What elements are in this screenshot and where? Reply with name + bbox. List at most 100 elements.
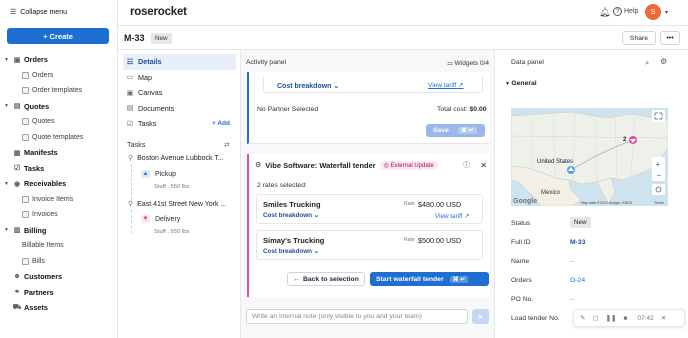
sidebar-item-label: Quote templates <box>32 133 84 141</box>
details-icon: ☷ <box>126 58 134 66</box>
sidebar-item-order-templates[interactable]: Order templates <box>0 83 118 99</box>
carrier-name: Smiles Trucking <box>263 200 321 209</box>
sidebar-item-quotes[interactable]: Quotes <box>0 114 118 130</box>
gear-icon[interactable]: ⚙ <box>660 57 667 66</box>
sidebar-item-label: Order templates <box>32 87 83 95</box>
help-label: Help <box>624 8 639 15</box>
rate-card-smiles[interactable]: Smiles Trucking Cost breakdown ⌄ Rate $4… <box>256 194 483 224</box>
cost-breakdown-toggle[interactable]: Cost breakdown ⌄ <box>263 248 319 255</box>
sidebar-item-label: Invoice Items <box>32 195 74 203</box>
map-label-us: United States <box>537 159 573 165</box>
arrow-down-icon: ▼ <box>141 215 150 223</box>
cost-breakdown-toggle[interactable]: Cost breakdown ⌄ <box>277 82 339 90</box>
stop-summary: Stuff , 550 lbs <box>154 229 190 235</box>
sidebar-group-orders[interactable]: ▼ ▣ Orders <box>0 52 118 68</box>
sidebar-group-label: Assets <box>24 303 48 313</box>
sidebar-item-billable-items[interactable]: Billable Items <box>0 238 118 254</box>
sidebar-item-invoice-items[interactable]: Invoice Items <box>0 192 118 208</box>
bell-icon[interactable]: 🔔︎ <box>599 7 610 18</box>
data-panel-title: Data panel <box>511 59 544 66</box>
close-icon[interactable]: ✕ <box>661 314 666 322</box>
external-update-badge: ◎ External Update <box>379 160 438 170</box>
stop-pickup[interactable]: ⚲ Boston Avenue Lubbock T... <box>128 154 241 163</box>
more-options-button[interactable]: ••• <box>660 31 680 45</box>
add-task-button[interactable]: + Add <box>212 120 236 127</box>
cost-breakdown-toggle[interactable]: Cost breakdown ⌄ <box>263 212 319 219</box>
stop-action-pickup[interactable]: ▲ Pickup <box>141 170 176 178</box>
close-icon[interactable]: ✕ <box>480 161 487 170</box>
sidebar-item-orders[interactable]: Orders <box>0 68 118 84</box>
sidebar-group-quotes[interactable]: ▼ ▤ Quotes <box>0 99 118 115</box>
back-to-selection-button[interactable]: ← Back to selection <box>287 272 365 286</box>
google-logo: Google <box>513 198 537 205</box>
sidebar-group-receivables[interactable]: ▼ ◉ Receivables <box>0 176 118 192</box>
sidebar-group-tasks[interactable]: ☑ Tasks <box>0 161 118 177</box>
zoom-out-icon[interactable]: − <box>657 171 662 180</box>
sidebar-group-assets[interactable]: ⛟ Assets <box>0 300 118 316</box>
pause-icon[interactable]: ❚❚ <box>606 314 617 322</box>
info-icon[interactable]: ⓘ <box>463 160 470 170</box>
orders-icon: ▣ <box>13 56 21 64</box>
zoom-in-icon[interactable]: + <box>656 160 661 169</box>
pen-icon[interactable]: ✎ <box>580 314 585 322</box>
logo[interactable]: roserocket <box>130 6 187 18</box>
sidebar-item-invoices[interactable]: Invoices <box>0 207 118 223</box>
receivables-icon: ◉ <box>13 180 21 188</box>
nav-map[interactable]: ▭ Map <box>123 70 236 86</box>
fullscreen-button[interactable] <box>652 110 665 122</box>
sidebar-group-customers[interactable]: ☻ Customers <box>0 269 118 285</box>
invoice-icon <box>22 211 29 219</box>
widgets-toggle[interactable]: ⚏ Widgets 0/4 <box>447 59 489 67</box>
update-icon: ◎ <box>383 162 391 169</box>
detail-nav-panel: ☷ Details ▭ Map ▣ Canvas ▤ Documents ☑ Tasks +… <box>118 50 241 338</box>
map-terms[interactable]: Terms <box>654 201 664 205</box>
swap-icon[interactable]: ⇄ <box>224 140 230 149</box>
share-button[interactable]: Share <box>622 31 656 45</box>
nav-label: Documents <box>138 103 175 113</box>
rate-label: Rate <box>404 201 415 207</box>
send-icon[interactable]: ➤ <box>472 309 489 324</box>
sidebar-group-label: Receivables <box>24 179 67 189</box>
section-general[interactable]: ▼ General <box>505 80 537 87</box>
map-label-mx: Mexico <box>541 190 561 196</box>
app-root: ☰ Collapse menu + Create ▼ ▣ Orders Orders… <box>0 0 688 338</box>
internal-note-input[interactable]: Write an internal note (only visible to … <box>246 309 468 324</box>
location-pin-icon: ⚲ <box>128 201 134 208</box>
nav-documents[interactable]: ▤ Documents <box>123 101 236 117</box>
orders-icon <box>22 71 29 79</box>
sidebar-item-bills[interactable]: Bills <box>0 254 118 270</box>
map-attribution: Map data ©2024 Google, INEGI <box>581 201 632 205</box>
stop-delivery[interactable]: ⚲ East 41st Street New York ... <box>128 200 241 209</box>
activity-panel: Activity panel ⚏ Widgets 0/4 Cost breakd… <box>241 50 495 338</box>
view-tariff-link[interactable]: View tariff ↗ <box>435 213 469 220</box>
stop-summary: Stuff , 550 lbs <box>154 184 190 190</box>
view-tariff-link[interactable]: View tariff ↗ <box>428 81 464 89</box>
sidebar-group-billing[interactable]: ▼ ▥ Billing <box>0 223 118 239</box>
nav-details[interactable]: ☷ Details <box>123 54 236 70</box>
sidebar-group-partners[interactable]: ⚭ Partners <box>0 285 118 301</box>
canvas-icon: ▣ <box>126 89 134 97</box>
sidebar-group-manifests[interactable]: ▦ Manifests <box>0 145 118 161</box>
collapse-menu[interactable]: ☰ Collapse menu <box>10 8 67 17</box>
stop-action-delivery[interactable]: ▼ Delivery <box>141 215 180 223</box>
save-button[interactable]: Save ⌘ ↵ <box>426 124 485 137</box>
avatar[interactable]: S <box>645 4 661 20</box>
caret-down-icon: ▼ <box>4 103 9 110</box>
search-icon[interactable]: ⌕ <box>645 58 649 68</box>
start-waterfall-tender-button[interactable]: Start waterfall tender ⌘ ↵ <box>370 272 489 286</box>
sidebar-item-quote-templates[interactable]: Quote templates <box>0 130 118 146</box>
nav-canvas[interactable]: ▣ Canvas <box>123 85 236 101</box>
route-map[interactable]: United States Mexico 2 Google Map data ©… <box>511 108 668 206</box>
locate-button[interactable] <box>652 184 665 195</box>
manifest-icon: ▦ <box>13 149 21 157</box>
quotes-icon: ▤ <box>13 103 21 111</box>
nav-tasks[interactable]: ☑ Tasks + Add <box>123 116 236 132</box>
crop-icon[interactable]: ▢ <box>592 314 598 322</box>
help-button[interactable]: ? Help <box>613 7 638 16</box>
sidebar-item-label: Bills <box>32 257 45 265</box>
stop-icon[interactable]: ■ <box>624 315 628 322</box>
create-button[interactable]: + Create <box>7 28 109 44</box>
arrow-left-icon: ← <box>293 275 300 283</box>
rate-card-simays[interactable]: Simay's Trucking Cost breakdown ⌄ Rate $… <box>256 230 483 260</box>
chevron-down-icon[interactable]: ▾ <box>665 9 668 16</box>
